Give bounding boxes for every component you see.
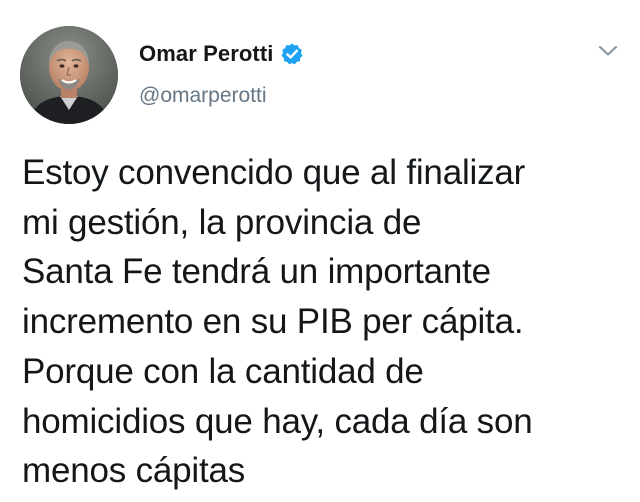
tweet-text-line: Porque con la cantidad de (22, 351, 424, 391)
tweet-text-line: Santa Fe tendrá un importante (22, 252, 491, 292)
author-handle[interactable]: @omarperotti (139, 84, 267, 108)
tweet-text-line: homicidios que hay, cada día son (22, 401, 533, 441)
author-display-name[interactable]: Omar Perotti (139, 41, 273, 67)
tweet-text-line: incremento en su PIB per cápita. (22, 302, 524, 342)
author-name-row: Omar Perotti (139, 39, 304, 69)
tweet-text: Estoy convencido que al finalizar mi ges… (22, 148, 622, 496)
tweet-text-line: menos cápitas (22, 451, 246, 491)
verified-badge-icon (280, 42, 304, 66)
avatar[interactable] (20, 26, 118, 124)
tweet-text-line: Estoy convencido que al finalizar (22, 153, 526, 192)
chevron-down-icon[interactable] (596, 42, 620, 60)
tweet-text-line: mi gestión, la provincia de (22, 202, 422, 242)
tweet-card: Omar Perotti @omarperotti Estoy convenci… (0, 0, 640, 502)
avatar-photo (20, 26, 118, 124)
